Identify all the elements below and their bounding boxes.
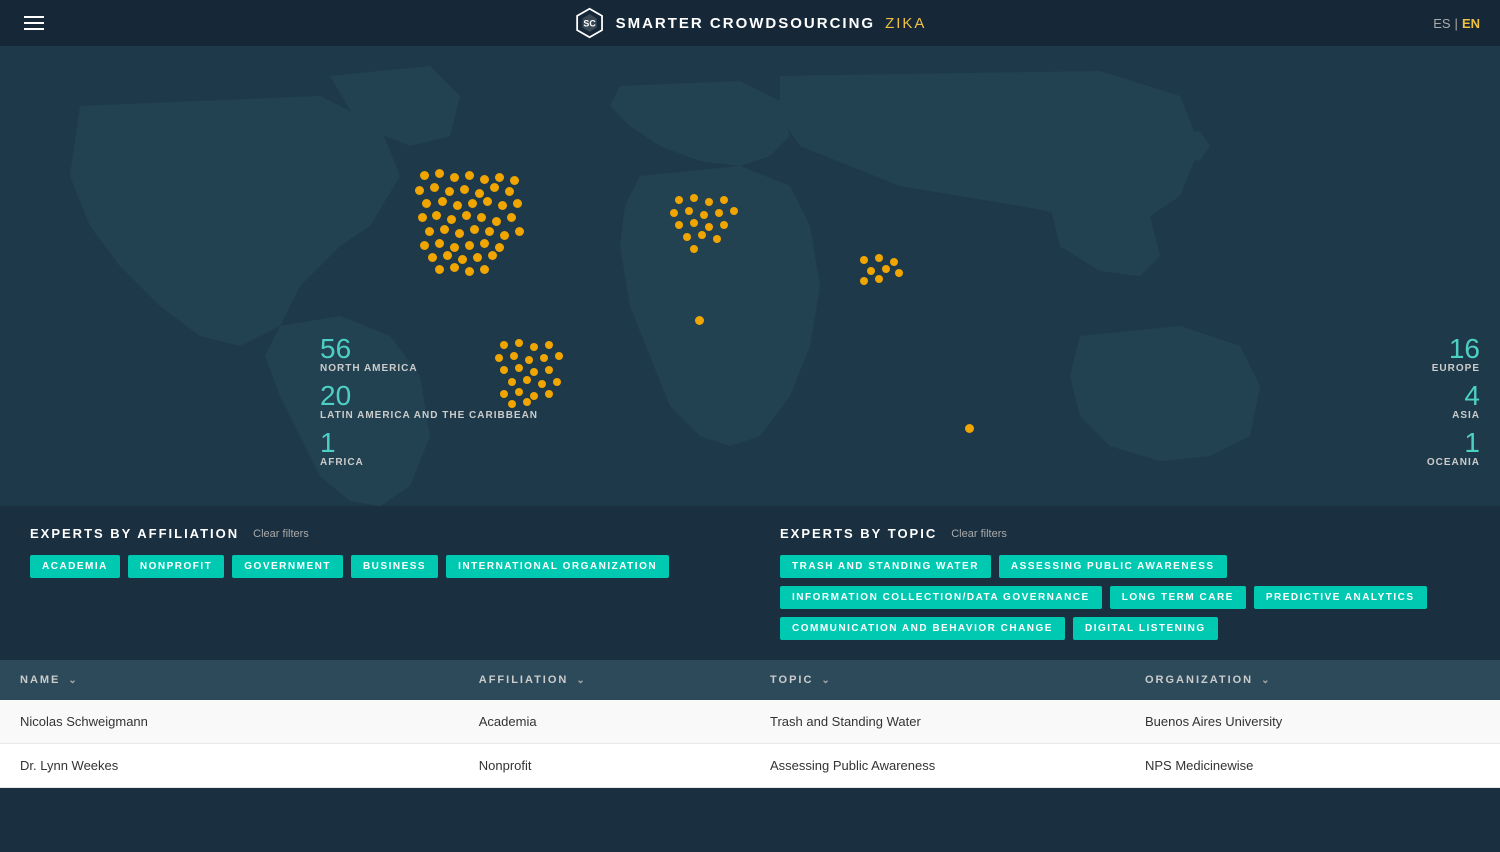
cell-organization: NPS Medicinewise [1125,744,1500,787]
topic-filter-group: EXPERTS BY TOPIC Clear filters TRASH AND… [780,526,1470,640]
europe-cluster: (function(){ const c = document.currentS… [665,191,735,251]
affiliation-tag[interactable]: ACADEMIA [30,555,120,578]
th-topic[interactable]: TOPIC ⌄ [750,660,1125,700]
th-name[interactable]: NAME ⌄ [0,660,459,700]
th-organization-label: ORGANIZATION [1145,674,1253,686]
north-america-stat: 56 NORTH AMERICA [320,335,538,374]
th-organization-sort-icon: ⌄ [1261,675,1271,686]
africa-stat: 1 AFRICA [320,429,538,468]
header: SC SMARTER CROWDSOURCING ZIKA ES | EN [0,0,1500,46]
africa-label: AFRICA [320,457,538,468]
topic-tags: TRASH AND STANDING WATER ASSESSING PUBLIC… [780,555,1470,640]
th-organization[interactable]: ORGANIZATION ⌄ [1125,660,1500,700]
th-affiliation-label: AFFILIATION [479,674,569,686]
north-america-count: 56 [320,335,538,363]
affiliation-clear-button[interactable]: Clear filters [253,528,309,540]
region-stats-left: 56 NORTH AMERICA 20 LATIN AMERICA AND TH… [320,335,538,476]
affiliation-tag[interactable]: BUSINESS [351,555,438,578]
europe-label: EUROPE [1427,363,1480,374]
topic-tag[interactable]: INFORMATION COLLECTION/DATA GOVERNANCE [780,586,1102,609]
affiliation-title-text: EXPERTS BY AFFILIATION [30,526,239,541]
affiliation-tag[interactable]: GOVERNMENT [232,555,343,578]
oceania-label: OCEANIA [1427,457,1480,468]
lang-separator: | [1455,16,1458,31]
lang-en-button[interactable]: EN [1462,16,1480,31]
topic-clear-button[interactable]: Clear filters [951,528,1007,540]
table-body: Nicolas Schweigmann Academia Trash and S… [0,700,1500,788]
topic-tag[interactable]: PREDICTIVE ANALYTICS [1254,586,1427,609]
cell-organization: Buenos Aires University [1125,700,1500,743]
site-title: SMARTER CROWDSOURCING [616,15,876,32]
topic-tag[interactable]: LONG TERM CARE [1110,586,1246,609]
header-center: SC SMARTER CROWDSOURCING ZIKA [574,7,927,39]
cell-topic: Trash and Standing Water [750,700,1125,743]
topic-tag[interactable]: DIGITAL LISTENING [1073,617,1218,640]
oceania-stat: 1 OCEANIA [1427,429,1480,468]
north-america-cluster: (function(){ const c = document.currentS… [410,161,520,271]
topic-tag[interactable]: ASSESSING PUBLIC AWARENESS [999,555,1227,578]
affiliation-tag[interactable]: NONPROFIT [128,555,224,578]
th-topic-sort-icon: ⌄ [821,675,831,686]
topic-tag[interactable]: COMMUNICATION AND BEHAVIOR CHANGE [780,617,1065,640]
latin-america-stat: 20 LATIN AMERICA AND THE CARIBBEAN [320,382,538,421]
asia-count: 4 [1427,382,1480,410]
cell-affiliation: Nonprofit [459,744,750,787]
region-stats-right: 16 EUROPE 4 ASIA 1 OCEANIA [1427,335,1480,476]
cell-name: Dr. Lynn Weekes [0,744,459,787]
header-left [20,12,48,34]
table-row[interactable]: Dr. Lynn Weekes Nonprofit Assessing Publ… [0,744,1500,788]
logo-icon: SC [574,7,606,39]
affiliation-tag[interactable]: INTERNATIONAL ORGANIZATION [446,555,669,578]
oceania-count: 1 [1427,429,1480,457]
north-america-label: NORTH AMERICA [320,363,538,374]
cell-name: Nicolas Schweigmann [0,700,459,743]
svg-text:SC: SC [583,19,596,29]
lang-es-button[interactable]: ES [1433,16,1450,31]
asia-cluster: (function(){ const c = document.currentS… [855,251,900,286]
cell-topic: Assessing Public Awareness [750,744,1125,787]
topic-tag[interactable]: TRASH AND STANDING WATER [780,555,991,578]
table-header: NAME ⌄ AFFILIATION ⌄ TOPIC ⌄ ORGANIZATIO… [0,660,1500,700]
cell-affiliation: Academia [459,700,750,743]
experts-table: NAME ⌄ AFFILIATION ⌄ TOPIC ⌄ ORGANIZATIO… [0,660,1500,788]
affiliation-filter-title: EXPERTS BY AFFILIATION Clear filters [30,526,720,541]
menu-button[interactable] [20,12,48,34]
topic-title-text: EXPERTS BY TOPIC [780,526,937,541]
map-svg [0,46,1500,506]
site-subtitle: ZIKA [885,15,926,32]
affiliation-tags: ACADEMIA NONPROFIT GOVERNMENT BUSINESS INTER… [30,555,720,578]
table-row[interactable]: Nicolas Schweigmann Academia Trash and S… [0,700,1500,744]
filters-section: EXPERTS BY AFFILIATION Clear filters ACA… [0,506,1500,660]
africa-count: 1 [320,429,538,457]
africa-dot [695,316,704,325]
latin-america-count: 20 [320,382,538,410]
world-map: (function(){ const c = document.currentS… [0,46,1500,506]
language-selector: ES | EN [1433,16,1480,31]
topic-filter-title: EXPERTS BY TOPIC Clear filters [780,526,1470,541]
europe-count: 16 [1427,335,1480,363]
th-topic-label: TOPIC [770,674,813,686]
asia-dot [965,424,974,433]
th-affiliation[interactable]: AFFILIATION ⌄ [459,660,750,700]
th-affiliation-sort-icon: ⌄ [576,675,586,686]
affiliation-filter-group: EXPERTS BY AFFILIATION Clear filters ACA… [30,526,720,640]
asia-label: ASIA [1427,410,1480,421]
th-name-label: NAME [20,674,60,686]
th-name-sort-icon: ⌄ [68,675,78,686]
asia-stat: 4 ASIA [1427,382,1480,421]
latin-america-label: LATIN AMERICA AND THE CARIBBEAN [320,410,538,421]
europe-stat: 16 EUROPE [1427,335,1480,374]
